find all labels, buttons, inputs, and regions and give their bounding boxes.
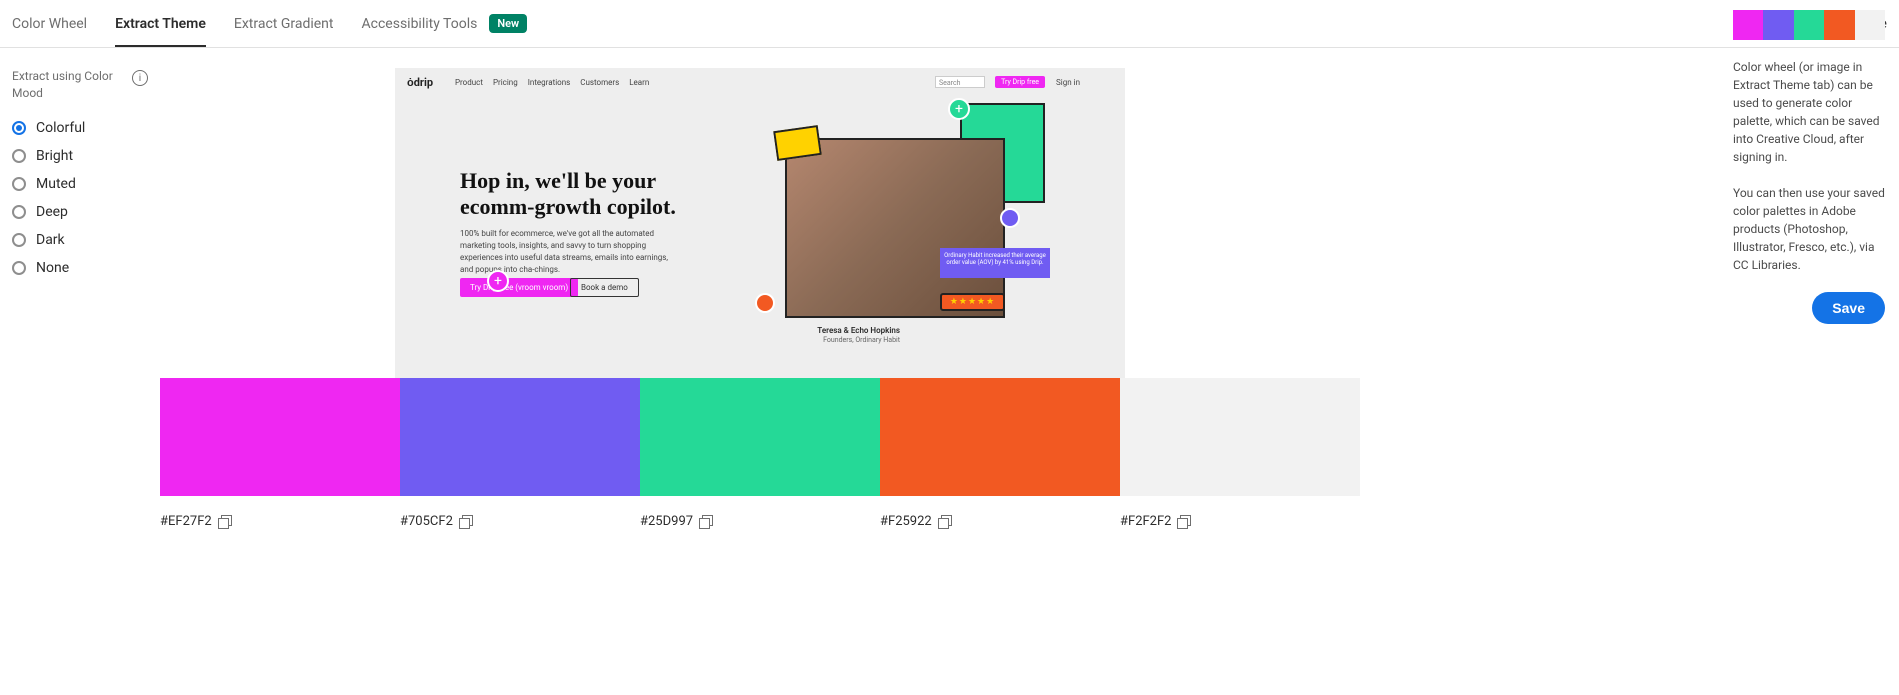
color-picker-pink[interactable]: + (487, 270, 509, 292)
swatch-label-4: #F25922 (880, 514, 1120, 529)
mood-option-none[interactable]: None (12, 260, 148, 276)
preview-hero-btn1: Try Drip free (vroom vroom) (460, 278, 578, 297)
color-picker-orange[interactable] (755, 293, 775, 313)
mood-option-dark[interactable]: Dark (12, 232, 148, 248)
right-desc-1: Color wheel (or image in Extract Theme t… (1733, 58, 1885, 166)
image-preview[interactable]: ȯdrip Product Pricing Integrations Custo… (395, 68, 1125, 378)
preview-caption-title: Founders, Ordinary Habit (823, 336, 900, 344)
swatch-label-5: #F2F2F2 (1120, 514, 1360, 529)
mini-swatch-1[interactable] (1733, 10, 1763, 40)
swatch-1[interactable] (160, 378, 400, 496)
swatch-3[interactable] (640, 378, 880, 496)
tab-extract-theme[interactable]: Extract Theme (115, 16, 206, 46)
preview-search: Search (935, 76, 985, 88)
mood-label: Extract using Color Mood (12, 68, 124, 102)
preview-logo: ȯdrip (407, 76, 433, 89)
swatch-label-1: #EF27F2 (160, 514, 400, 529)
center-panel: ȯdrip Product Pricing Integrations Custo… (160, 48, 1360, 569)
mini-swatch-4[interactable] (1824, 10, 1854, 40)
copy-icon[interactable] (218, 515, 232, 529)
color-picker-green[interactable]: + (948, 98, 970, 120)
tab-color-wheel[interactable]: Color Wheel (12, 16, 87, 46)
preview-caption-name: Teresa & Echo Hopkins (817, 326, 900, 335)
right-desc-2: You can then use your saved color palett… (1733, 184, 1885, 274)
swatch-5[interactable] (1120, 378, 1360, 496)
mini-swatches (1733, 10, 1885, 40)
copy-icon[interactable] (459, 515, 473, 529)
mini-swatch-2[interactable] (1763, 10, 1793, 40)
mood-option-colorful[interactable]: Colorful (12, 120, 148, 136)
new-badge: New (489, 14, 527, 33)
save-button[interactable]: Save (1812, 292, 1885, 324)
mood-panel: Extract using Color Mood i Colorful Brig… (0, 48, 160, 569)
preview-rating: ★★★★★ (940, 293, 1005, 311)
copy-icon[interactable] (699, 515, 713, 529)
tab-extract-gradient[interactable]: Extract Gradient (234, 16, 334, 46)
info-icon[interactable]: i (132, 70, 148, 86)
mini-swatch-5[interactable] (1855, 10, 1885, 40)
preview-cta: Try Drip free (995, 76, 1045, 88)
preview-purple-banner: Ordinary Habit increased their average o… (940, 248, 1050, 278)
preview-envelope-icon (773, 125, 822, 161)
tab-accessibility-tools[interactable]: Accessibility Tools (362, 16, 478, 46)
swatch-label-3: #25D997 (640, 514, 880, 529)
mood-option-muted[interactable]: Muted (12, 176, 148, 192)
preview-hero-btn2: Book a demo (570, 278, 639, 297)
preview-hero-heading: Hop in, we'll be your ecomm-growth copil… (460, 168, 720, 221)
swatches-row (160, 378, 1360, 496)
swatch-labels-row: #EF27F2 #705CF2 #25D997 #F25922 #F2F2F2 (160, 514, 1360, 529)
copy-icon[interactable] (1177, 515, 1191, 529)
preview-hero-sub: 100% built for ecommerce, we've got all … (460, 228, 680, 276)
preview-signin: Sign in (1056, 78, 1080, 87)
color-picker-purple[interactable] (1000, 208, 1020, 228)
preview-photo (785, 138, 1005, 318)
top-tabs: Color Wheel Extract Theme Extract Gradie… (0, 0, 1899, 48)
swatch-label-2: #705CF2 (400, 514, 640, 529)
swatch-4[interactable] (880, 378, 1120, 496)
swatch-2[interactable] (400, 378, 640, 496)
mini-swatch-3[interactable] (1794, 10, 1824, 40)
mood-option-bright[interactable]: Bright (12, 148, 148, 164)
right-panel: Color wheel (or image in Extract Theme t… (1719, 0, 1899, 344)
copy-icon[interactable] (938, 515, 952, 529)
mood-option-deep[interactable]: Deep (12, 204, 148, 220)
mood-options: Colorful Bright Muted Deep Dark None (12, 120, 148, 276)
preview-nav: Product Pricing Integrations Customers L… (455, 78, 649, 87)
